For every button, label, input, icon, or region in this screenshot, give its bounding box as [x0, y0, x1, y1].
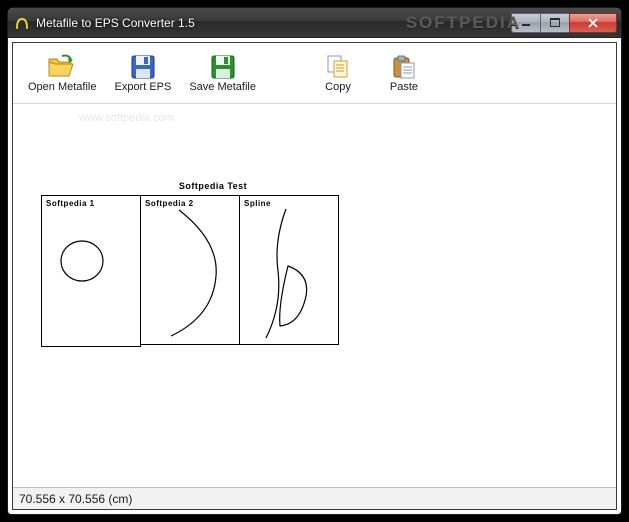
open-metafile-button[interactable]: Open Metafile [19, 47, 105, 99]
curve-shape [141, 196, 241, 346]
metafile-drawing: Softpedia Test Softpedia 1 Softpedia 2 [41, 181, 385, 347]
toolbar-label: Export EPS [114, 81, 171, 93]
toolbar-label: Open Metafile [28, 81, 96, 93]
paste-button[interactable]: Paste [371, 47, 437, 99]
app-icon [14, 15, 30, 31]
folder-open-icon [46, 53, 78, 81]
close-button[interactable] [569, 13, 617, 33]
window-title: Metafile to EPS Converter 1.5 [36, 16, 512, 30]
save-metafile-button[interactable]: Save Metafile [180, 47, 265, 99]
title-bar[interactable]: Metafile to EPS Converter 1.5 [8, 8, 621, 38]
paste-icon [388, 53, 420, 81]
toolbar-label: Save Metafile [189, 81, 256, 93]
panel-1: Softpedia 1 [41, 195, 141, 347]
watermark-url: www.softpedia.com [79, 112, 174, 124]
floppy-green-icon [207, 53, 239, 81]
drawing-title: Softpedia Test [41, 181, 385, 191]
toolbar-label: Copy [325, 81, 351, 93]
maximize-button[interactable] [540, 13, 570, 33]
drawing-panels: Softpedia 1 Softpedia 2 Spline [41, 195, 385, 347]
minimize-button[interactable] [511, 13, 541, 33]
window-controls [512, 13, 617, 33]
copy-button[interactable]: Copy [305, 47, 371, 99]
panel-3: Spline [239, 195, 339, 345]
status-dimensions: 70.556 x 70.556 (cm) [19, 492, 132, 506]
toolbar: Open Metafile Export EPS [13, 43, 616, 104]
client-area: Open Metafile Export EPS [12, 42, 617, 510]
circle-shape [42, 196, 142, 346]
canvas-area[interactable]: www.softpedia.com Softpedia Test Softped… [13, 104, 616, 487]
copy-icon [322, 53, 354, 81]
app-window: Metafile to EPS Converter 1.5 SOFTPEDIA [7, 7, 622, 515]
floppy-blue-icon [127, 53, 159, 81]
panel-2: Softpedia 2 [140, 195, 240, 345]
spline-shape [240, 196, 340, 346]
status-bar: 70.556 x 70.556 (cm) [13, 487, 616, 509]
export-eps-button[interactable]: Export EPS [105, 47, 180, 99]
toolbar-label: Paste [390, 81, 418, 93]
